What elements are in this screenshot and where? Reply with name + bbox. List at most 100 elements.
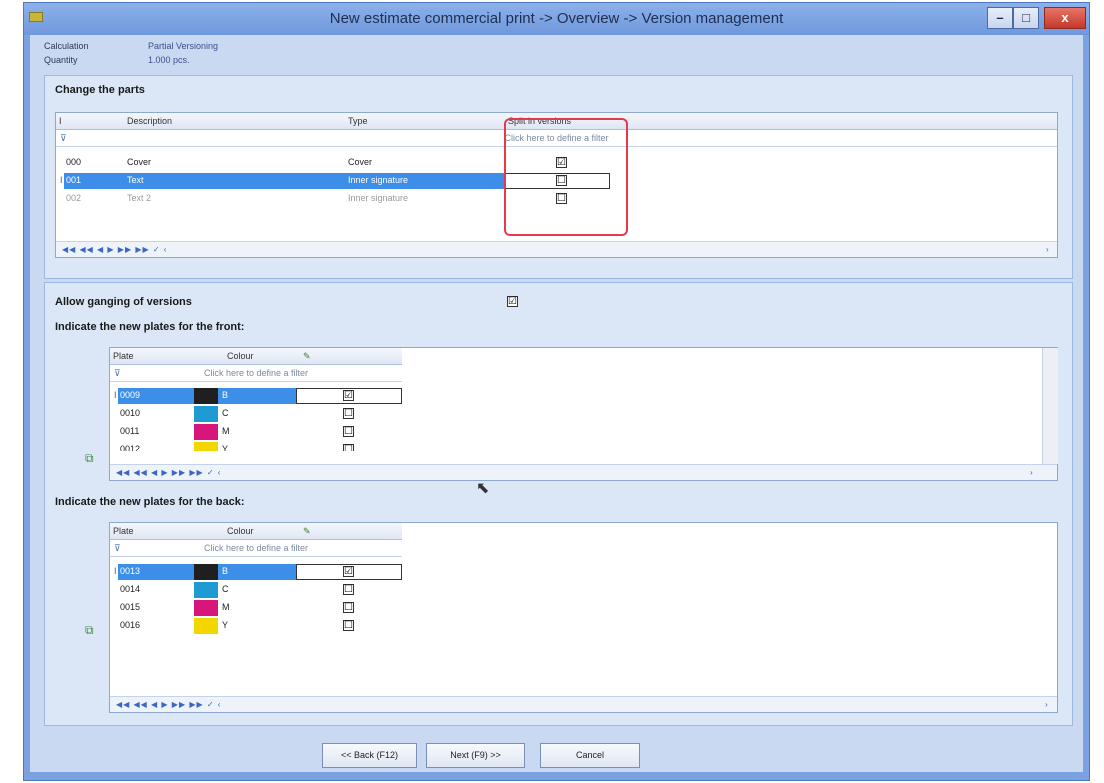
plate-number: 0015 — [120, 602, 141, 612]
part-description: Text — [127, 175, 144, 185]
front-plates-heading: Indicate the new plates for the front: — [55, 321, 245, 333]
back-colour-col[interactable]: Colour — [227, 526, 254, 536]
ganging-label: Allow ganging of versions — [55, 296, 192, 308]
table-row[interactable]: I 0013 B ☑ — [110, 563, 402, 581]
plate-number: 0012 — [120, 444, 141, 451]
colour-swatch — [194, 582, 218, 598]
table-row[interactable]: 0016 Y ☐ — [110, 617, 402, 635]
plate-checkbox[interactable]: ☐ — [343, 620, 354, 631]
plate-checkbox[interactable]: ☐ — [343, 444, 354, 451]
col-description[interactable]: Description — [127, 116, 172, 126]
back-button[interactable]: << Back (F12) — [322, 743, 417, 768]
colour-code: Y — [222, 620, 229, 630]
front-plates-grid: Plate Colour ✎ ⊽ Click here to define a … — [109, 347, 1058, 481]
back-filter-text: Click here to define a filter — [203, 543, 309, 553]
colour-swatch — [194, 618, 218, 634]
table-row[interactable]: 0011 M ☐ — [110, 423, 402, 441]
filter-icon: ⊽ — [114, 543, 121, 553]
quantity-label: Quantity — [44, 55, 78, 65]
colour-swatch — [194, 442, 218, 451]
navigator-buttons[interactable]: ◀◀ ◀◀ ◀ ▶ ▶▶ ▶▶ ✓ ‹ — [116, 468, 221, 477]
plate-number: 0014 — [120, 584, 141, 594]
table-row[interactable]: I 0009 B ☑ — [110, 387, 402, 405]
colour-code: B — [222, 390, 229, 400]
back-grid-header: Plate Colour ✎ — [110, 523, 402, 540]
scroll-right-arrow[interactable]: › — [1045, 700, 1049, 709]
plate-number: 0013 — [120, 566, 141, 576]
part-code: 000 — [66, 157, 82, 167]
navigator-buttons[interactable]: ◀◀ ◀◀ ◀ ▶ ▶▶ ▶▶ ✓ ‹ — [62, 245, 167, 254]
front-plate-col[interactable]: Plate — [113, 351, 134, 361]
colour-swatch — [194, 564, 218, 580]
part-type: Inner signature — [348, 193, 409, 203]
row-selection-highlight — [218, 388, 296, 404]
plate-number: 0009 — [120, 390, 141, 400]
plate-number: 0011 — [120, 426, 140, 436]
plate-checkbox[interactable]: ☑ — [343, 390, 354, 401]
back-plate-col[interactable]: Plate — [113, 526, 134, 536]
front-colour-col[interactable]: Colour — [227, 351, 254, 361]
title-bar: New estimate commercial print -> Overvie… — [24, 3, 1089, 35]
back-navigator: ◀◀ ◀◀ ◀ ▶ ▶▶ ▶▶ ✓ ‹ › — [110, 696, 1057, 712]
back-filter-row[interactable]: ⊽ Click here to define a filter — [110, 540, 402, 557]
column-chooser-icon[interactable]: I — [59, 116, 62, 126]
back-plates-heading: Indicate the new plates for the back: — [55, 496, 245, 508]
colour-code: M — [222, 602, 230, 612]
plate-number: 0010 — [120, 408, 141, 418]
plate-checkbox[interactable]: ☑ — [343, 566, 354, 577]
front-grid-header: Plate Colour ✎ — [110, 348, 402, 365]
calculation-value: Partial Versioning — [148, 41, 219, 51]
filter-icon: ⊽ — [114, 368, 121, 378]
add-front-plate-icon[interactable]: ⧉ — [85, 451, 94, 466]
plate-number: 0016 — [120, 620, 141, 630]
front-filter-row[interactable]: ⊽ Click here to define a filter — [110, 365, 402, 382]
plates-section: Allow ganging of versions ☑ Indicate the… — [44, 282, 1073, 726]
part-code: 002 — [66, 193, 82, 203]
colour-code: C — [222, 408, 229, 418]
table-row[interactable]: 0014 C ☐ — [110, 581, 402, 599]
parts-navigator: ◀◀ ◀◀ ◀ ▶ ▶▶ ▶▶ ✓ ‹ › — [56, 241, 1057, 257]
next-button[interactable]: Next (F9) >> — [426, 743, 525, 768]
front-navigator: ◀◀ ◀◀ ◀ ▶ ▶▶ ▶▶ ✓ ‹ › — [110, 464, 1057, 480]
plate-checkbox[interactable]: ☐ — [343, 584, 354, 595]
front-filter-text: Click here to define a filter — [203, 368, 309, 378]
colour-swatch — [194, 388, 218, 404]
col-type[interactable]: Type — [348, 116, 368, 126]
plate-checkbox[interactable]: ☐ — [343, 602, 354, 613]
plate-checkbox[interactable]: ☐ — [343, 426, 354, 437]
colour-code: Y — [222, 444, 229, 451]
plate-checkbox[interactable]: ☐ — [343, 408, 354, 419]
part-type: Cover — [348, 157, 373, 167]
table-row[interactable]: 0015 M ☐ — [110, 599, 402, 617]
scroll-right-arrow[interactable]: › — [1030, 468, 1034, 477]
row-indicator-icon: I — [114, 390, 117, 400]
colour-swatch — [194, 424, 218, 440]
colour-swatch — [194, 406, 218, 422]
ganging-checkbox[interactable]: ☑ — [507, 296, 518, 307]
colour-code: M — [222, 426, 230, 436]
table-row[interactable]: 0012 Y ☐ — [110, 441, 402, 451]
front-vertical-scrollbar[interactable] — [1042, 348, 1058, 464]
minimize-button[interactable]: – — [987, 7, 1013, 29]
version-management-window: New estimate commercial print -> Overvie… — [23, 2, 1090, 781]
pencil-icon[interactable]: ✎ — [303, 526, 311, 537]
part-code: 001 — [66, 175, 82, 185]
parts-section: Change the parts I Description Type Spli… — [44, 75, 1073, 279]
colour-swatch — [194, 600, 218, 616]
navigator-buttons[interactable]: ◀◀ ◀◀ ◀ ▶ ▶▶ ▶▶ ✓ ‹ — [116, 700, 221, 709]
scroll-right-arrow[interactable]: › — [1046, 245, 1050, 254]
add-back-plate-icon[interactable]: ⧉ — [85, 623, 94, 638]
row-selection-highlight — [218, 564, 296, 580]
quantity-value: 1.000 pcs. — [148, 55, 190, 65]
close-button[interactable]: x — [1044, 7, 1086, 29]
part-type: Inner signature — [348, 175, 409, 185]
pencil-icon[interactable]: ✎ — [303, 351, 311, 362]
calculation-label: Calculation — [44, 41, 89, 51]
colour-code: B — [222, 566, 229, 576]
mouse-cursor-icon: ⬉ — [476, 480, 490, 497]
table-row[interactable]: 0010 C ☐ — [110, 405, 402, 423]
cancel-button[interactable]: Cancel — [540, 743, 640, 768]
maximize-button[interactable]: □ — [1013, 7, 1039, 29]
colour-code: C — [222, 584, 229, 594]
filter-icon: ⊽ — [60, 133, 67, 143]
